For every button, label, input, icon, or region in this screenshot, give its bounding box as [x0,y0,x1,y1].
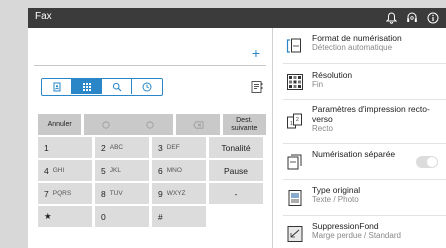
scan-format-icon [286,37,304,55]
key-8[interactable]: 8 TUV [95,183,149,204]
key-digit: 2 [101,142,106,153]
key-0[interactable]: 0 [95,206,149,227]
settings-list: Format de numérisation Détection automati… [272,28,446,248]
key-digit: 7 [44,188,49,199]
key-5[interactable]: 5 JKL [95,160,149,181]
key-star[interactable]: ★ [38,206,92,227]
tab-history[interactable] [132,79,162,94]
prev-dest-button[interactable] [84,114,128,135]
key-digit: 5 [101,165,106,176]
duplex-icon: 12 [286,112,304,130]
key-1[interactable]: 1 [38,137,92,158]
key-digit: 6 [158,165,163,176]
key-digit: 9 [158,188,163,199]
key-letters: ABC [109,144,124,151]
headset-icon[interactable] [405,11,419,25]
separate-scan-icon [286,153,304,171]
keypad-icon [82,82,91,91]
dash-button[interactable]: - [209,183,263,204]
key-4[interactable]: 4 GHI [38,160,92,181]
key-6[interactable]: 6 MNO [152,160,206,181]
key-7[interactable]: 7 PQRS [38,183,92,204]
setting-title: Format de numérisation [312,33,402,43]
tab-address-book[interactable] [42,79,72,94]
tab-search[interactable] [102,79,132,94]
svg-text:2: 2 [296,117,299,123]
key-digit: ★ [44,211,52,221]
pause-button[interactable]: Pause [209,160,263,181]
key-digit: 1 [44,142,49,153]
key-letters: TUV [109,190,123,197]
key-letters: MNO [166,167,182,174]
key-2[interactable]: 2 ABC [95,137,149,158]
dial-keypad: Annuler Dest. suivante 1 2 ABC 3 DEF Tonal [38,114,266,229]
key-digit: # [158,211,163,222]
backspace-button[interactable] [176,114,220,135]
destination-mode-tabs [41,78,163,96]
resolution-icon [286,73,304,91]
backspace-icon [192,120,203,129]
setting-value: Recto [312,124,333,133]
next-destination-button[interactable]: Dest. suivante [222,114,266,135]
key-letters: GHI [52,167,65,174]
key-3[interactable]: 3 DEF [152,137,206,158]
key-hash[interactable]: # [152,206,206,227]
search-icon [112,82,121,91]
add-destination-button[interactable]: + [248,44,264,62]
app-title: Fax [35,11,52,22]
title-bar: Fax [28,8,446,28]
setting-duplex[interactable]: 12 Paramètres d'impression recto-verso Re… [273,100,446,144]
key-digit: 0 [101,211,106,222]
info-icon[interactable] [426,11,440,25]
destination-input[interactable]: + [34,42,266,66]
setting-value: Texte / Photo [312,195,359,204]
separate-scan-toggle[interactable] [416,156,438,168]
key-digit: 8 [101,188,106,199]
setting-resolution[interactable]: Résolution Fin [273,64,446,100]
setting-title: Résolution [312,70,353,80]
setting-title: Numérisation séparée [312,149,396,159]
fax-screen: Fax + Annuler Dest. suivante 1 2 ABC 3 D… [28,8,446,248]
setting-title: SuppressionFond [312,221,379,231]
original-type-icon [286,189,304,207]
tone-button[interactable]: Tonalité [209,137,263,158]
key-letters: PQRS [52,190,72,197]
key-letters: JKL [109,167,121,174]
next-dest-line2: suivante [231,124,258,132]
setting-background-removal[interactable]: SuppressionFond Marge perdue / Standard [273,216,446,248]
setting-value: Fin [312,80,324,89]
cancel-button[interactable]: Annuler [38,114,82,135]
bell-icon[interactable] [384,11,398,25]
key-9[interactable]: 9 WXYZ [152,183,206,204]
key-letters: WXYZ [166,190,186,197]
setting-value: Détection automatique [312,43,393,52]
background-removal-icon [286,225,304,243]
next-dest-arrow-button[interactable] [127,114,174,135]
chevron-right-icon [146,120,155,129]
destination-panel: + Annuler Dest. suivante 1 2 ABC 3 DEF T… [28,28,272,248]
key-digit: 4 [44,165,49,176]
key-letters: DEF [166,144,180,151]
next-dest-line1: Dest. [236,116,253,124]
setting-title: Paramètres d'impression recto-verso [312,104,430,124]
setting-value: Marge perdue / Standard [312,231,401,240]
history-clock-icon [142,82,152,91]
setting-separate-scan[interactable]: Numérisation séparée [273,144,446,180]
tab-keypad[interactable] [72,79,102,94]
setting-scan-format[interactable]: Format de numérisation Détection automati… [273,28,446,64]
address-book-icon [53,82,60,91]
contact-card-icon[interactable] [250,80,264,94]
setting-title: Type original [312,185,361,195]
key-digit: 3 [158,142,163,153]
setting-original-type[interactable]: Type original Texte / Photo [273,180,446,216]
chevron-left-icon [102,120,110,129]
svg-text:1: 1 [290,121,293,127]
toggle-knob [427,157,437,167]
